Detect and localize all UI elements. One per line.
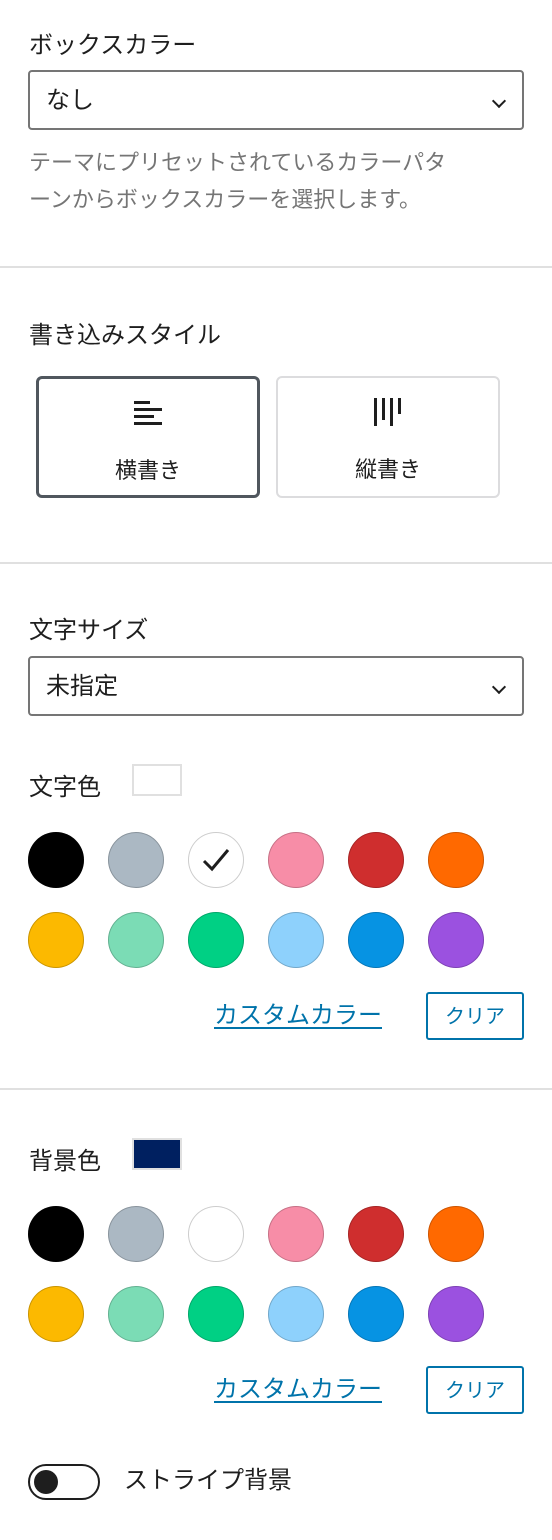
box-color-select[interactable]: なし [28,70,524,130]
stripe-label: ストライプ背景 [124,1466,292,1494]
align-left-icon [134,401,162,425]
background-color-swatch[interactable] [28,1206,84,1262]
chevron-down-icon [491,93,507,109]
text-color-swatch[interactable] [108,912,164,968]
horizontal-writing-button[interactable]: 横書き [36,376,260,498]
horizontal-writing-label: 横書き [114,459,181,484]
writing-mode-label: 書き込みスタイル [29,321,221,349]
box-color-help-line-2: ーンからボックスカラーを選択します。 [29,188,422,213]
background-color-swatch[interactable] [268,1206,324,1262]
text-color-preview [132,764,182,796]
vertical-writing-button[interactable]: 縦書き [276,376,500,498]
vertical-writing-label: 縦書き [354,458,421,483]
section-divider [0,266,552,268]
box-color-help: テーマにプリセットされているカラーパタ ーンからボックスカラーを選択します。 [29,145,519,219]
text-color-swatch[interactable] [348,912,404,968]
background-clear-button[interactable]: クリア [426,1366,524,1414]
box-color-help-line-1: テーマにプリセットされているカラーパタ [29,151,447,176]
background-color-label: 背景色 [29,1147,101,1175]
background-color-preview [132,1138,182,1170]
text-custom-color-button[interactable]: カスタムカラー [214,1000,382,1030]
text-color-swatch[interactable] [108,832,164,888]
background-color-swatch[interactable] [108,1286,164,1342]
text-color-swatch[interactable] [28,832,84,888]
font-size-label: 文字サイズ [29,616,149,644]
text-color-swatch[interactable] [188,832,244,888]
text-color-swatch[interactable] [428,832,484,888]
stripe-toggle[interactable] [28,1464,100,1500]
background-color-swatch[interactable] [188,1206,244,1262]
background-color-swatch[interactable] [28,1286,84,1342]
background-color-swatch[interactable] [348,1206,404,1262]
font-size-select[interactable]: 未指定 [28,656,524,716]
background-color-swatch[interactable] [348,1286,404,1342]
text-color-swatch[interactable] [268,912,324,968]
background-color-swatch[interactable] [428,1286,484,1342]
box-color-label: ボックスカラー [29,31,197,59]
check-icon [202,849,230,872]
vertical-text-icon [374,398,401,426]
text-color-label: 文字色 [29,773,101,801]
font-size-value: 未指定 [46,672,118,700]
box-color-value: なし [46,86,94,114]
text-color-swatch[interactable] [428,912,484,968]
text-color-swatch[interactable] [28,912,84,968]
chevron-down-icon [491,679,507,695]
toggle-knob [34,1470,58,1494]
background-color-swatch[interactable] [108,1206,164,1262]
text-color-swatch[interactable] [268,832,324,888]
background-custom-color-button[interactable]: カスタムカラー [214,1374,382,1404]
text-clear-button[interactable]: クリア [426,992,524,1040]
background-color-swatch[interactable] [188,1286,244,1342]
text-color-swatch[interactable] [348,832,404,888]
section-divider [0,1088,552,1090]
text-color-swatch[interactable] [188,912,244,968]
section-divider [0,562,552,564]
background-color-swatch[interactable] [428,1206,484,1262]
background-color-swatch[interactable] [268,1286,324,1342]
